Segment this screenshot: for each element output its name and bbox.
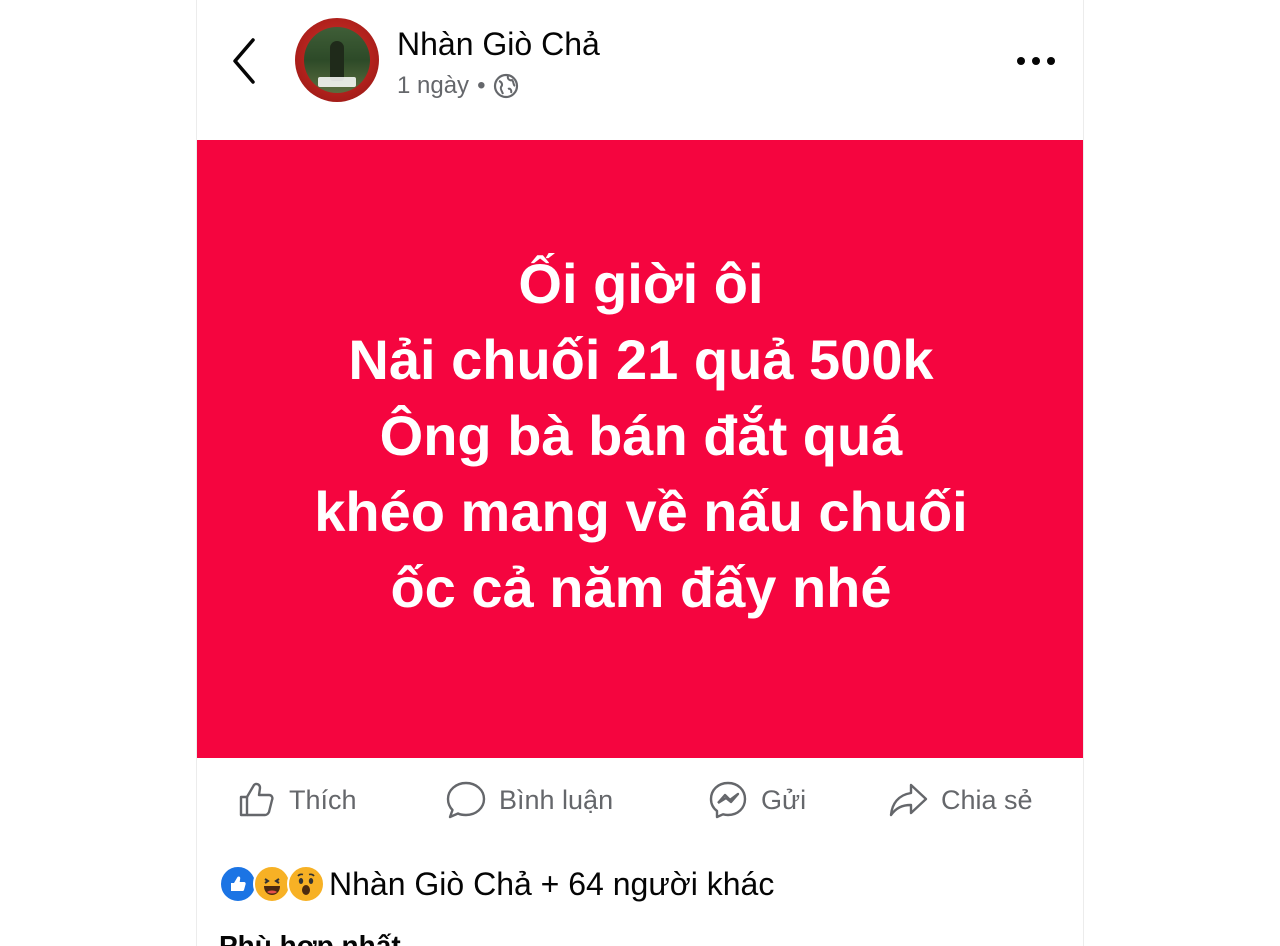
thumbs-up-icon	[239, 782, 274, 817]
author-avatar[interactable]	[295, 18, 379, 102]
post-text-line: khéo mang về nấu chuối	[314, 480, 968, 543]
share-label: Chia sẻ	[941, 784, 1033, 815]
comments-sort-label[interactable]: Phù hợp nhất	[219, 930, 401, 946]
post-actions-bar: Thích Bình luận Gửi Chia sẻ	[197, 760, 1083, 840]
post-screen: Nhàn Giò Chả 1 ngày • Ối giời ôi Nải chu…	[196, 0, 1084, 946]
post-meta: 1 ngày •	[397, 72, 519, 100]
wow-reaction-icon	[287, 865, 325, 903]
text-post-card[interactable]: Ối giời ôi Nải chuối 21 quả 500k Ông bà …	[197, 140, 1083, 758]
post-text-line: Ông bà bán đắt quá	[379, 404, 903, 467]
like-button[interactable]: Thích	[235, 778, 357, 822]
share-icon	[889, 783, 928, 817]
messenger-icon	[709, 781, 747, 819]
author-name[interactable]: Nhàn Giò Chả	[397, 26, 600, 63]
like-label: Thích	[289, 784, 357, 815]
meta-separator: •	[477, 72, 486, 99]
post-text-line: Ối giời ôi	[518, 252, 764, 315]
post-text-line: ốc cả năm đấy nhé	[390, 556, 892, 619]
haha-reaction-icon	[253, 865, 291, 903]
more-horizontal-icon	[1017, 57, 1055, 65]
reactions-summary[interactable]: Nhàn Giò Chả + 64 người khác	[219, 862, 774, 906]
post-header: Nhàn Giò Chả 1 ngày •	[197, 0, 1083, 140]
avatar-photo	[304, 27, 370, 93]
chevron-left-icon	[233, 38, 255, 84]
send-label: Gửi	[761, 784, 807, 815]
comment-label: Bình luận	[499, 784, 614, 815]
avatar-frame-badge	[318, 77, 356, 87]
post-text: Ối giời ôi Nải chuối 21 quả 500k Ông bà …	[314, 246, 967, 626]
globe-icon[interactable]	[493, 73, 519, 99]
comment-button[interactable]: Bình luận	[445, 778, 613, 822]
share-button[interactable]: Chia sẻ	[887, 778, 1033, 822]
like-reaction-icon	[219, 865, 257, 903]
back-button[interactable]	[225, 34, 265, 88]
post-text-line: Nải chuối 21 quả 500k	[348, 328, 934, 391]
more-options-button[interactable]	[1011, 44, 1061, 78]
avatar-figure	[330, 41, 344, 81]
post-time[interactable]: 1 ngày	[397, 72, 469, 100]
send-button[interactable]: Gửi	[707, 778, 806, 822]
reaction-icons	[219, 865, 325, 903]
reactions-summary-text: Nhàn Giò Chả + 64 người khác	[329, 865, 775, 902]
comment-icon	[446, 781, 486, 819]
